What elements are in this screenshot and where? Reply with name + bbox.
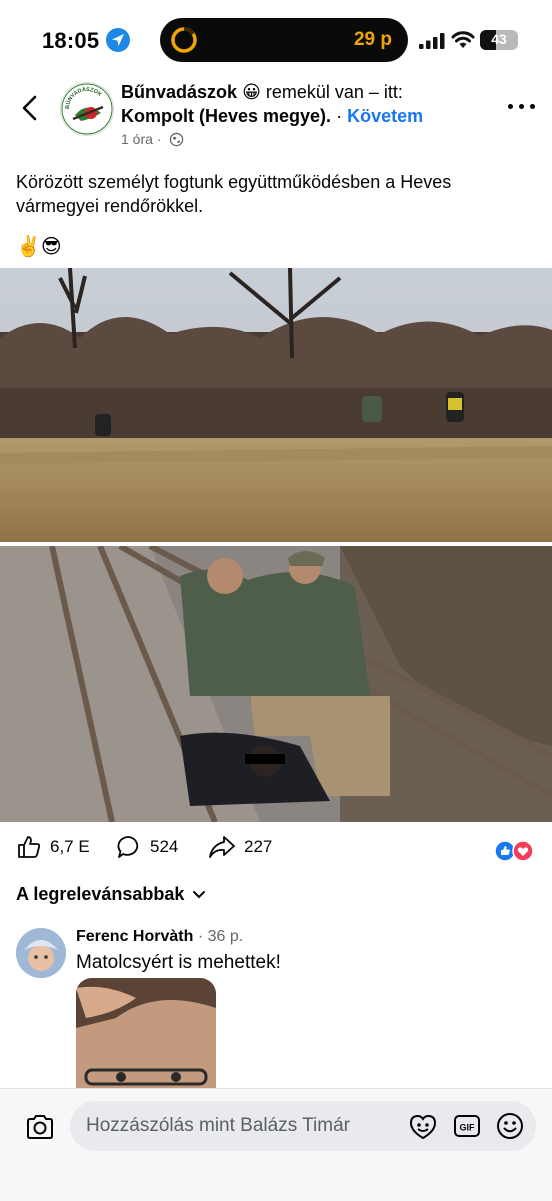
location-link[interactable]: Kompolt (Heves megye). <box>121 106 331 126</box>
camera-icon[interactable] <box>24 1111 56 1143</box>
comment-bubble-icon <box>117 836 139 858</box>
post-text: Körözött személyt fogtunk együttműködésb… <box>16 172 452 216</box>
post-time[interactable]: 1 óra <box>121 131 153 147</box>
gif-icon[interactable]: GIF <box>452 1111 482 1141</box>
battery-percent: 43 <box>491 31 507 47</box>
comment-composer: GIF <box>0 1088 552 1201</box>
post-meta: 1 óra · <box>121 131 184 147</box>
post-photo-arrest[interactable] <box>0 546 552 822</box>
status-time: 18:05 <box>42 28 100 53</box>
feeling-emoji: 😀 <box>242 82 261 102</box>
post-emojis: ✌️😎 <box>16 236 62 258</box>
dynamic-island[interactable]: 29 p <box>160 18 408 62</box>
location-arrow-icon <box>106 28 130 52</box>
back-arrow-icon[interactable] <box>16 92 46 124</box>
emoji-smile-icon[interactable] <box>495 1111 525 1141</box>
comment-header: Ferenc Horvàth · 36 p. <box>76 928 243 946</box>
share-count: 227 <box>244 837 273 856</box>
avatar-sticker-icon[interactable] <box>408 1111 438 1141</box>
commenter-avatar[interactable] <box>16 928 66 978</box>
follow-button[interactable]: Követem <box>347 106 423 126</box>
comment-time: 36 p. <box>207 928 244 945</box>
comment-text: Matolcsyért is mehettek! <box>76 952 281 973</box>
post-photo-field[interactable] <box>0 268 552 542</box>
more-options-icon[interactable] <box>508 100 536 114</box>
commenter-name[interactable]: Ferenc Horvàth <box>76 928 193 945</box>
post-header-line: Bűnvadászok 😀 remekül van – itt: <box>121 82 403 103</box>
wifi-icon <box>451 31 475 48</box>
timer-icon <box>171 27 197 53</box>
comment-sort-dropdown[interactable]: A legrelevánsabbak <box>16 884 206 905</box>
globe-privacy-icon <box>170 132 184 147</box>
bunvadaszok-logo: BŰNVADÁSZOK <box>61 83 113 135</box>
chevron-down-icon <box>193 890 206 898</box>
status-bar: 18:05 29 p 43 <box>0 0 552 80</box>
feeling-text: remekül van – itt: <box>265 82 403 102</box>
thumbs-up-icon <box>18 836 41 858</box>
reaction-bar: 6,7 E 524 227 <box>0 834 552 868</box>
timer-text: 29 p <box>353 29 392 50</box>
like-count: 6,7 E <box>50 837 90 856</box>
header-separator: · <box>336 106 343 126</box>
comment-count: 524 <box>150 837 179 856</box>
svg-text:GIF: GIF <box>460 1123 476 1133</box>
meta-separator: · <box>156 131 162 147</box>
share-arrow-icon <box>209 836 235 858</box>
share-button[interactable]: 227 <box>208 834 272 860</box>
page-avatar[interactable]: BŰNVADÁSZOK <box>60 82 114 136</box>
comment-separator: · <box>197 928 204 945</box>
sort-label: A legrelevánsabbak <box>16 884 185 904</box>
comment-button[interactable]: 524 <box>116 834 178 860</box>
location-line: Kompolt (Heves megye). · Követem <box>121 106 423 127</box>
comment-image[interactable] <box>76 978 216 1090</box>
cellular-signal-icon <box>419 33 445 49</box>
battery-indicator: 43 <box>480 30 518 50</box>
page-name-link[interactable]: Bűnvadászok <box>121 82 237 102</box>
reaction-icons[interactable] <box>494 840 536 862</box>
like-button[interactable]: 6,7 E <box>16 834 90 860</box>
